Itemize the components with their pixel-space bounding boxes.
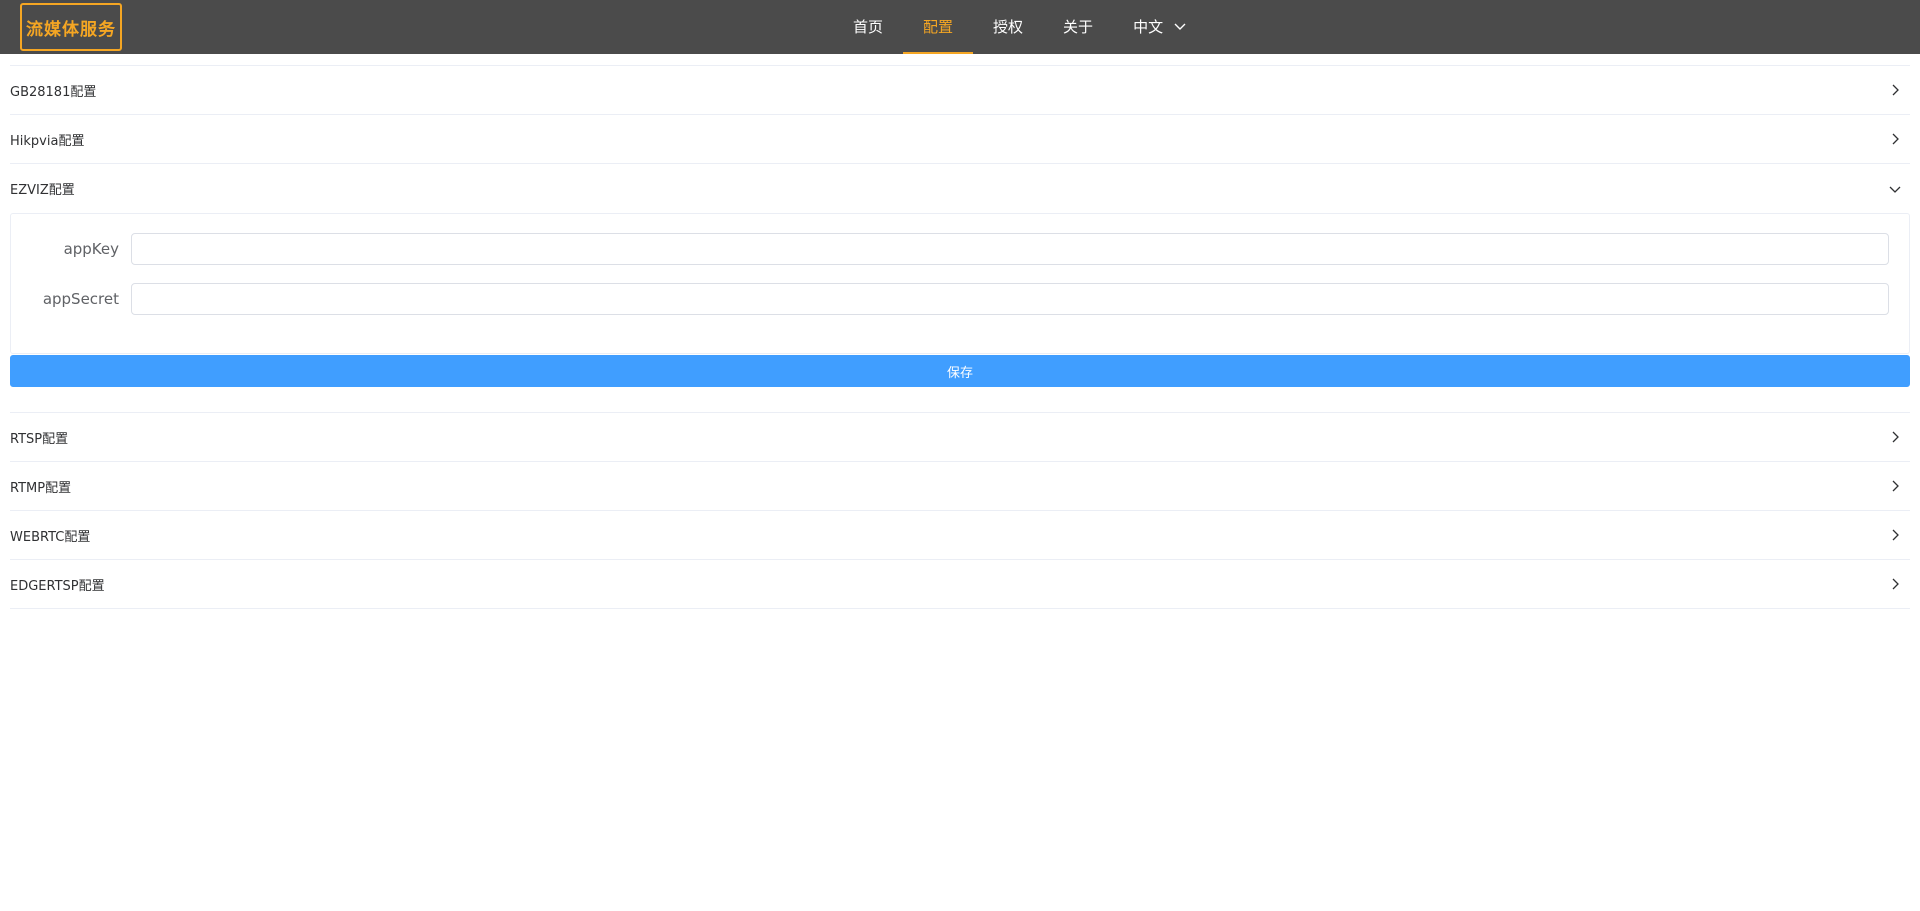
- section-title: RTMP配置: [10, 480, 72, 496]
- section-title: RTSP配置: [10, 431, 69, 447]
- chevron-right-icon: [1892, 480, 1899, 492]
- section-header-rtmp[interactable]: RTMP配置: [10, 462, 1910, 511]
- config-collapse: GB28181配置 Hikpvia配置 EZVIZ配置 appKey appSe…: [10, 65, 1910, 609]
- appkey-input[interactable]: [131, 233, 1889, 265]
- appkey-label: appKey: [63, 240, 119, 258]
- section-title: EZVIZ配置: [10, 183, 75, 198]
- section-header-rtsp[interactable]: RTSP配置: [10, 413, 1910, 462]
- ezviz-section-content: appKey appSecret 保存: [10, 213, 1910, 413]
- section-header-edgertsp[interactable]: EDGERTSP配置: [10, 560, 1910, 609]
- section-header-hikpvia[interactable]: Hikpvia配置: [10, 115, 1910, 164]
- form-row-appkey: appKey: [11, 233, 1909, 265]
- nav-item-label: 首页: [853, 17, 884, 36]
- section-title: WEBRTC配置: [10, 529, 91, 545]
- nav-item-home[interactable]: 首页: [833, 0, 903, 54]
- nav-item-about[interactable]: 关于: [1043, 0, 1113, 54]
- chevron-down-icon: [1889, 186, 1901, 193]
- form-row-appsecret: appSecret: [11, 283, 1909, 315]
- nav-item-label: 关于: [1063, 17, 1094, 36]
- language-label: 中文: [1133, 17, 1164, 36]
- ezviz-form: appKey appSecret: [10, 213, 1910, 354]
- chevron-right-icon: [1892, 578, 1899, 590]
- chevron-right-icon: [1892, 133, 1899, 145]
- appsecret-input[interactable]: [131, 283, 1889, 315]
- chevron-down-icon: [1174, 23, 1186, 30]
- nav-item-label: 配置: [923, 17, 954, 36]
- nav-item-label: 授权: [993, 17, 1024, 36]
- top-header: 流媒体服务 首页 配置 授权 关于 中文: [0, 0, 1920, 54]
- app-logo[interactable]: 流媒体服务: [20, 3, 122, 51]
- section-header-gb28181[interactable]: GB28181配置: [10, 66, 1910, 115]
- chevron-right-icon: [1892, 529, 1899, 541]
- nav-item-config[interactable]: 配置: [903, 0, 974, 54]
- chevron-right-icon: [1892, 431, 1899, 443]
- section-header-webrtc[interactable]: WEBRTC配置: [10, 511, 1910, 560]
- language-dropdown[interactable]: 中文: [1113, 0, 1207, 54]
- nav-item-license[interactable]: 授权: [973, 0, 1043, 54]
- save-button[interactable]: 保存: [10, 355, 1910, 387]
- section-header-ezviz[interactable]: EZVIZ配置: [10, 164, 1910, 213]
- appsecret-label: appSecret: [42, 290, 119, 308]
- main-nav: 首页 配置 授权 关于 中文: [833, 0, 1207, 54]
- section-title: Hikpvia配置: [10, 133, 85, 149]
- section-title: EDGERTSP配置: [10, 578, 105, 594]
- section-title: GB28181配置: [10, 84, 97, 100]
- chevron-right-icon: [1892, 84, 1899, 96]
